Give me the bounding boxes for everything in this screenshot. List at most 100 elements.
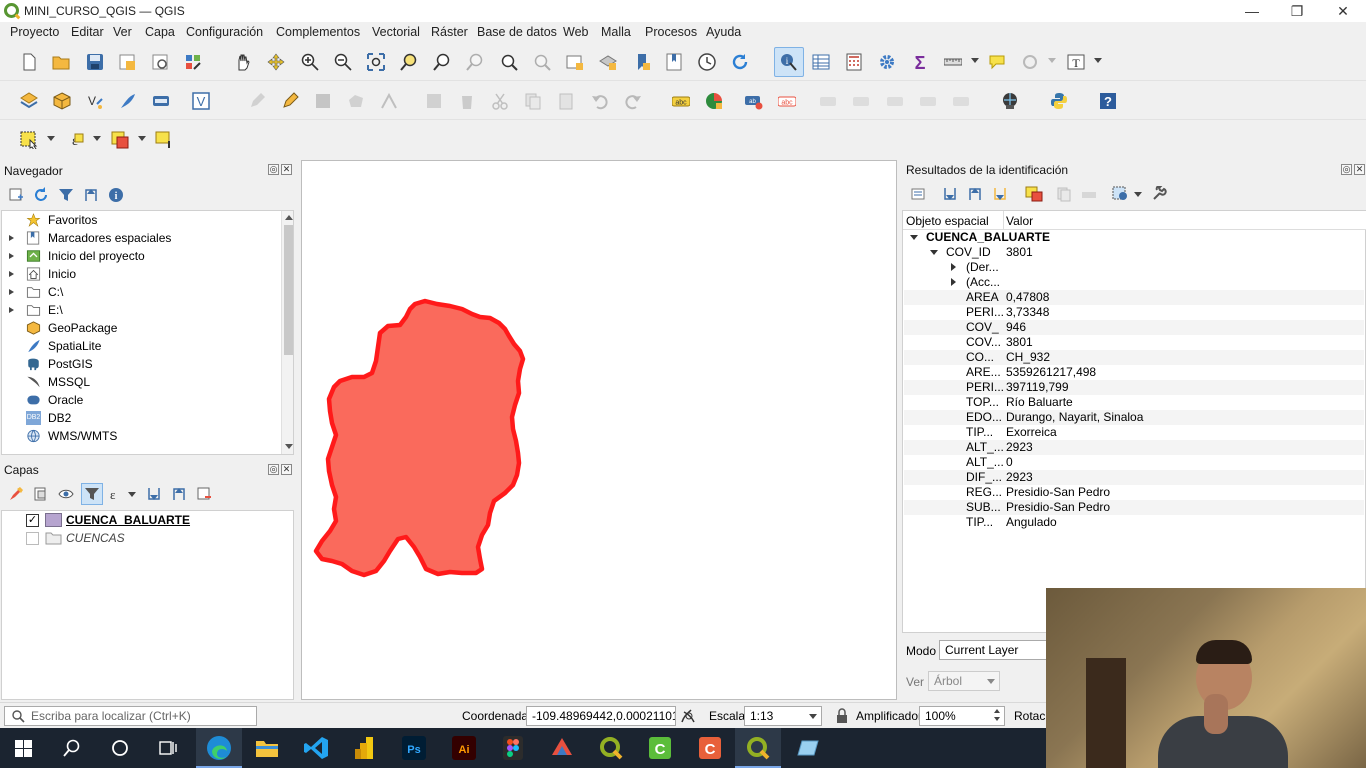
new-virtual-layer-button[interactable]: V bbox=[188, 88, 214, 114]
menu-proyecto[interactable]: Proyecto bbox=[10, 25, 59, 39]
browser-item-wms-wmts[interactable]: WMS/WMTS bbox=[2, 427, 282, 445]
decorations-button[interactable] bbox=[1017, 49, 1057, 75]
taskbar-vscode-button[interactable] bbox=[303, 735, 329, 761]
menu-vectorial[interactable]: Vectorial bbox=[372, 25, 420, 39]
close-panel-button[interactable]: ✕ bbox=[281, 464, 292, 475]
column-header-value[interactable]: Valor bbox=[1006, 214, 1033, 228]
expand-all-icon[interactable] bbox=[942, 186, 958, 202]
browser-item-c-drive[interactable]: C:\ bbox=[2, 283, 282, 301]
scale-combobox[interactable]: 1:13 bbox=[744, 706, 822, 726]
modify-attributes-button[interactable] bbox=[421, 88, 447, 114]
zoom-last-button[interactable] bbox=[496, 49, 522, 75]
processing-toolbox-button[interactable] bbox=[874, 49, 900, 75]
windows-start-icon[interactable] bbox=[15, 740, 32, 757]
temporal-controller-button[interactable] bbox=[694, 49, 720, 75]
browser-item-favoritos[interactable]: Favoritos bbox=[2, 211, 282, 229]
expand-arrow-icon[interactable] bbox=[9, 289, 14, 295]
attribute-row[interactable]: TIP... Angulado bbox=[904, 515, 1364, 530]
spin-up-icon[interactable] bbox=[994, 709, 1000, 713]
taskbar-photoshop-button[interactable]: Ps bbox=[401, 735, 427, 761]
browser-item-spatialite[interactable]: SpatiaLite bbox=[2, 337, 282, 355]
print-response-icon[interactable] bbox=[1081, 186, 1097, 202]
attribute-row[interactable]: REG... Presidio-San Pedro bbox=[904, 485, 1364, 500]
field-calculator-button[interactable] bbox=[841, 49, 867, 75]
collapse-all-icon[interactable] bbox=[967, 186, 983, 202]
layer-row-cuencas[interactable]: CUENCAS bbox=[2, 529, 293, 547]
new-geopackage-button[interactable] bbox=[49, 88, 75, 114]
scroll-up-arrow-icon[interactable] bbox=[285, 215, 293, 220]
show-hide-labels-button[interactable] bbox=[882, 88, 908, 114]
select-by-expression-button[interactable]: ε bbox=[62, 127, 102, 153]
minimize-button[interactable]: — bbox=[1242, 2, 1262, 20]
attribute-row[interactable]: ALT_... 0 bbox=[904, 455, 1364, 470]
highlight-pin-label-button[interactable]: ab bbox=[741, 88, 767, 114]
move-label-button[interactable]: abc bbox=[774, 88, 800, 114]
select-features-button[interactable] bbox=[16, 127, 56, 153]
task-view-icon[interactable] bbox=[159, 739, 177, 757]
browser-item-oracle[interactable]: Oracle bbox=[2, 391, 282, 409]
result-group-derived[interactable]: (Der... bbox=[904, 260, 1364, 275]
taskbar-qgis-active-button[interactable] bbox=[735, 728, 781, 768]
taskbar-camtasia-recorder-button[interactable]: C bbox=[697, 735, 723, 761]
delete-selected-button[interactable] bbox=[454, 88, 480, 114]
save-edits-button[interactable] bbox=[310, 88, 336, 114]
result-feature-row[interactable]: COV_ID 3801 bbox=[904, 245, 1364, 260]
column-header-feature[interactable]: Objeto espacial bbox=[906, 214, 989, 228]
filter-legend-button[interactable] bbox=[81, 483, 103, 505]
view-select[interactable]: Árbol bbox=[928, 671, 1000, 691]
measure-button[interactable] bbox=[940, 49, 980, 75]
taskbar-figma-button[interactable] bbox=[500, 735, 526, 761]
paste-features-button[interactable] bbox=[553, 88, 579, 114]
expand-arrow-icon[interactable] bbox=[9, 307, 14, 313]
filter-legend-expression-button[interactable]: ε bbox=[108, 486, 138, 502]
statistical-summary-button[interactable]: Σ bbox=[907, 49, 933, 75]
attribute-row[interactable]: SUB... Presidio-San Pedro bbox=[904, 500, 1364, 515]
attribute-row[interactable]: ARE... 5359261217,498 bbox=[904, 365, 1364, 380]
add-selected-layers-icon[interactable] bbox=[8, 187, 24, 203]
python-console-button[interactable] bbox=[1046, 88, 1072, 114]
identify-features-button[interactable]: i bbox=[774, 47, 804, 77]
layout-manager-button[interactable] bbox=[147, 49, 173, 75]
style-manager-button[interactable] bbox=[180, 49, 206, 75]
close-panel-button[interactable]: ✕ bbox=[1354, 164, 1365, 175]
new-project-button[interactable] bbox=[16, 49, 42, 75]
spin-down-icon[interactable] bbox=[994, 717, 1000, 721]
taskbar-powerbi-button[interactable] bbox=[352, 735, 378, 761]
wrench-icon[interactable] bbox=[1151, 184, 1167, 202]
geocoding-plugin-button[interactable] bbox=[997, 88, 1023, 114]
redo-button[interactable] bbox=[620, 88, 646, 114]
expand-arrow-icon[interactable] bbox=[9, 235, 14, 241]
expand-new-results-icon[interactable] bbox=[992, 186, 1008, 202]
copy-feature-icon[interactable] bbox=[1056, 186, 1072, 202]
diagram-tool-button[interactable] bbox=[701, 88, 727, 114]
basin-polygon[interactable] bbox=[313, 298, 526, 578]
locator-search-input[interactable]: Escriba para localizar (Ctrl+K) bbox=[4, 706, 257, 726]
remove-layer-icon[interactable] bbox=[196, 486, 212, 502]
new-shapefile-button[interactable]: V bbox=[82, 88, 108, 114]
save-project-button[interactable] bbox=[82, 49, 108, 75]
attribute-row[interactable]: PERI... 397119,799 bbox=[904, 380, 1364, 395]
collapse-all-icon[interactable] bbox=[171, 486, 187, 502]
scrollbar-thumb[interactable] bbox=[284, 225, 293, 355]
taskbar-illustrator-button[interactable]: Ai bbox=[451, 735, 477, 761]
collapse-all-icon[interactable] bbox=[83, 187, 99, 203]
magnifier-spinbox[interactable]: 100% bbox=[919, 706, 1005, 726]
new-spatialite-button[interactable] bbox=[115, 88, 141, 114]
undo-button[interactable] bbox=[587, 88, 613, 114]
help-button[interactable]: ? bbox=[1095, 88, 1121, 114]
data-source-manager-button[interactable] bbox=[16, 88, 42, 114]
collapse-arrow-icon[interactable] bbox=[930, 250, 938, 255]
layer-visibility-checkbox[interactable]: ✓ bbox=[26, 514, 39, 527]
result-layer-row[interactable]: CUENCA_BALUARTE bbox=[904, 230, 1364, 245]
zoom-native-button[interactable] bbox=[462, 49, 488, 75]
new-bookmark-button[interactable] bbox=[629, 49, 655, 75]
expand-tree-icon[interactable] bbox=[910, 186, 926, 202]
coordinate-field[interactable]: -109.48969442,0.00021101 bbox=[526, 706, 676, 726]
identify-mode-button[interactable] bbox=[1112, 186, 1142, 202]
pin-unpin-labels-button[interactable] bbox=[915, 88, 941, 114]
new-3d-view-button[interactable] bbox=[595, 49, 621, 75]
browser-item-postgis[interactable]: PostGIS bbox=[2, 355, 282, 373]
layer-row-cuenca-baluarte[interactable]: ✓ CUENCA_BALUARTE bbox=[2, 511, 293, 529]
change-label-button[interactable] bbox=[848, 88, 874, 114]
cortana-icon[interactable] bbox=[111, 739, 129, 757]
